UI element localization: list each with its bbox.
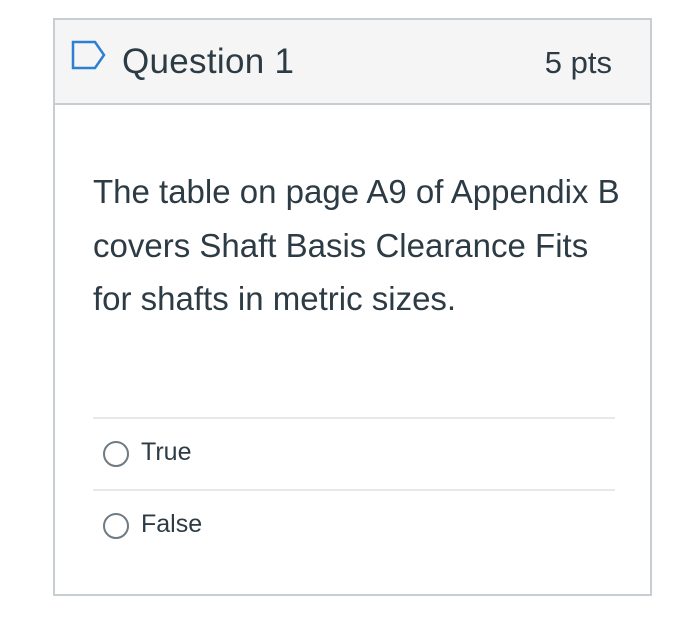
question-text: The table on page A9 of Appendix B cover… <box>93 173 620 317</box>
question-card: Question 1 5 pts The table on page A9 of… <box>53 18 652 596</box>
question-header: Question 1 5 pts <box>55 20 650 105</box>
flag-outline-icon[interactable] <box>71 40 107 70</box>
answer-label[interactable]: True <box>141 438 191 467</box>
answer-label[interactable]: False <box>141 510 202 539</box>
question-title: Question 1 <box>122 42 295 81</box>
answer-list: True False <box>93 417 615 561</box>
question-points: 5 pts <box>544 45 612 80</box>
radio-button[interactable] <box>103 513 129 539</box>
radio-button[interactable] <box>103 441 129 467</box>
answer-option-false[interactable]: False <box>93 489 615 561</box>
answer-option-true[interactable]: True <box>93 417 615 489</box>
